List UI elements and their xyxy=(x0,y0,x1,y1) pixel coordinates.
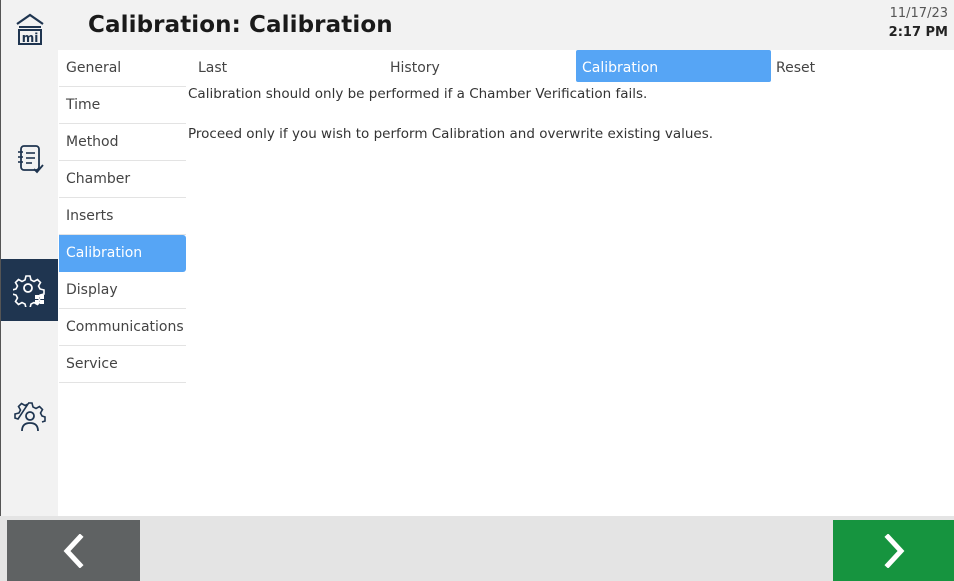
home-logo-icon: mi xyxy=(15,13,44,45)
app-window: mi Calibration: Calibration 11/17/23 2:1… xyxy=(0,0,954,581)
clock: 11/17/23 2:17 PM xyxy=(889,4,948,42)
calibration-warning-text: Calibration should only be performed if … xyxy=(188,86,648,102)
tab-bar: Last History Calibration Reset xyxy=(186,50,954,82)
methods-notebook-icon xyxy=(17,145,44,174)
footer-bar xyxy=(0,516,954,581)
subnav-item-inserts[interactable]: Inserts xyxy=(59,198,186,235)
time-readout: 2:17 PM xyxy=(888,25,948,40)
settings-gear-icon xyxy=(12,275,45,307)
tab-history[interactable]: History xyxy=(384,50,574,82)
tab-reset[interactable]: Reset xyxy=(770,50,950,82)
chevron-right-icon xyxy=(883,533,904,568)
subnav-item-calibration[interactable]: Calibration xyxy=(59,235,186,272)
subnav-item-time[interactable]: Time xyxy=(59,87,186,124)
date-readout: 11/17/23 xyxy=(889,6,948,21)
subnav-item-general[interactable]: General xyxy=(59,50,186,87)
subnav-item-display[interactable]: Display xyxy=(59,272,186,309)
subnav-item-chamber[interactable]: Chamber xyxy=(59,161,186,198)
tab-calibration[interactable]: Calibration xyxy=(576,50,771,82)
service-button[interactable] xyxy=(1,386,58,448)
settings-subnav: General Time Method Chamber Inserts Cali… xyxy=(58,50,186,383)
next-button[interactable] xyxy=(833,520,954,581)
back-button[interactable] xyxy=(7,520,140,581)
subnav-item-communications[interactable]: Communications xyxy=(59,309,186,346)
main-rail: mi xyxy=(0,0,58,516)
header-bar: Calibration: Calibration 11/17/23 2:17 P… xyxy=(58,0,954,50)
svg-text:mi: mi xyxy=(21,31,38,45)
service-gear-person-icon xyxy=(13,401,46,432)
settings-button[interactable] xyxy=(1,259,58,321)
tab-last[interactable]: Last xyxy=(192,50,382,82)
page-title: Calibration: Calibration xyxy=(88,12,393,38)
calibration-proceed-text: Proceed only if you wish to perform Cali… xyxy=(188,126,714,142)
subnav-item-method[interactable]: Method xyxy=(59,124,186,161)
home-button[interactable]: mi xyxy=(1,4,58,56)
chevron-left-icon xyxy=(63,533,84,568)
methods-button[interactable] xyxy=(1,128,58,190)
subnav-item-service[interactable]: Service xyxy=(59,346,186,383)
